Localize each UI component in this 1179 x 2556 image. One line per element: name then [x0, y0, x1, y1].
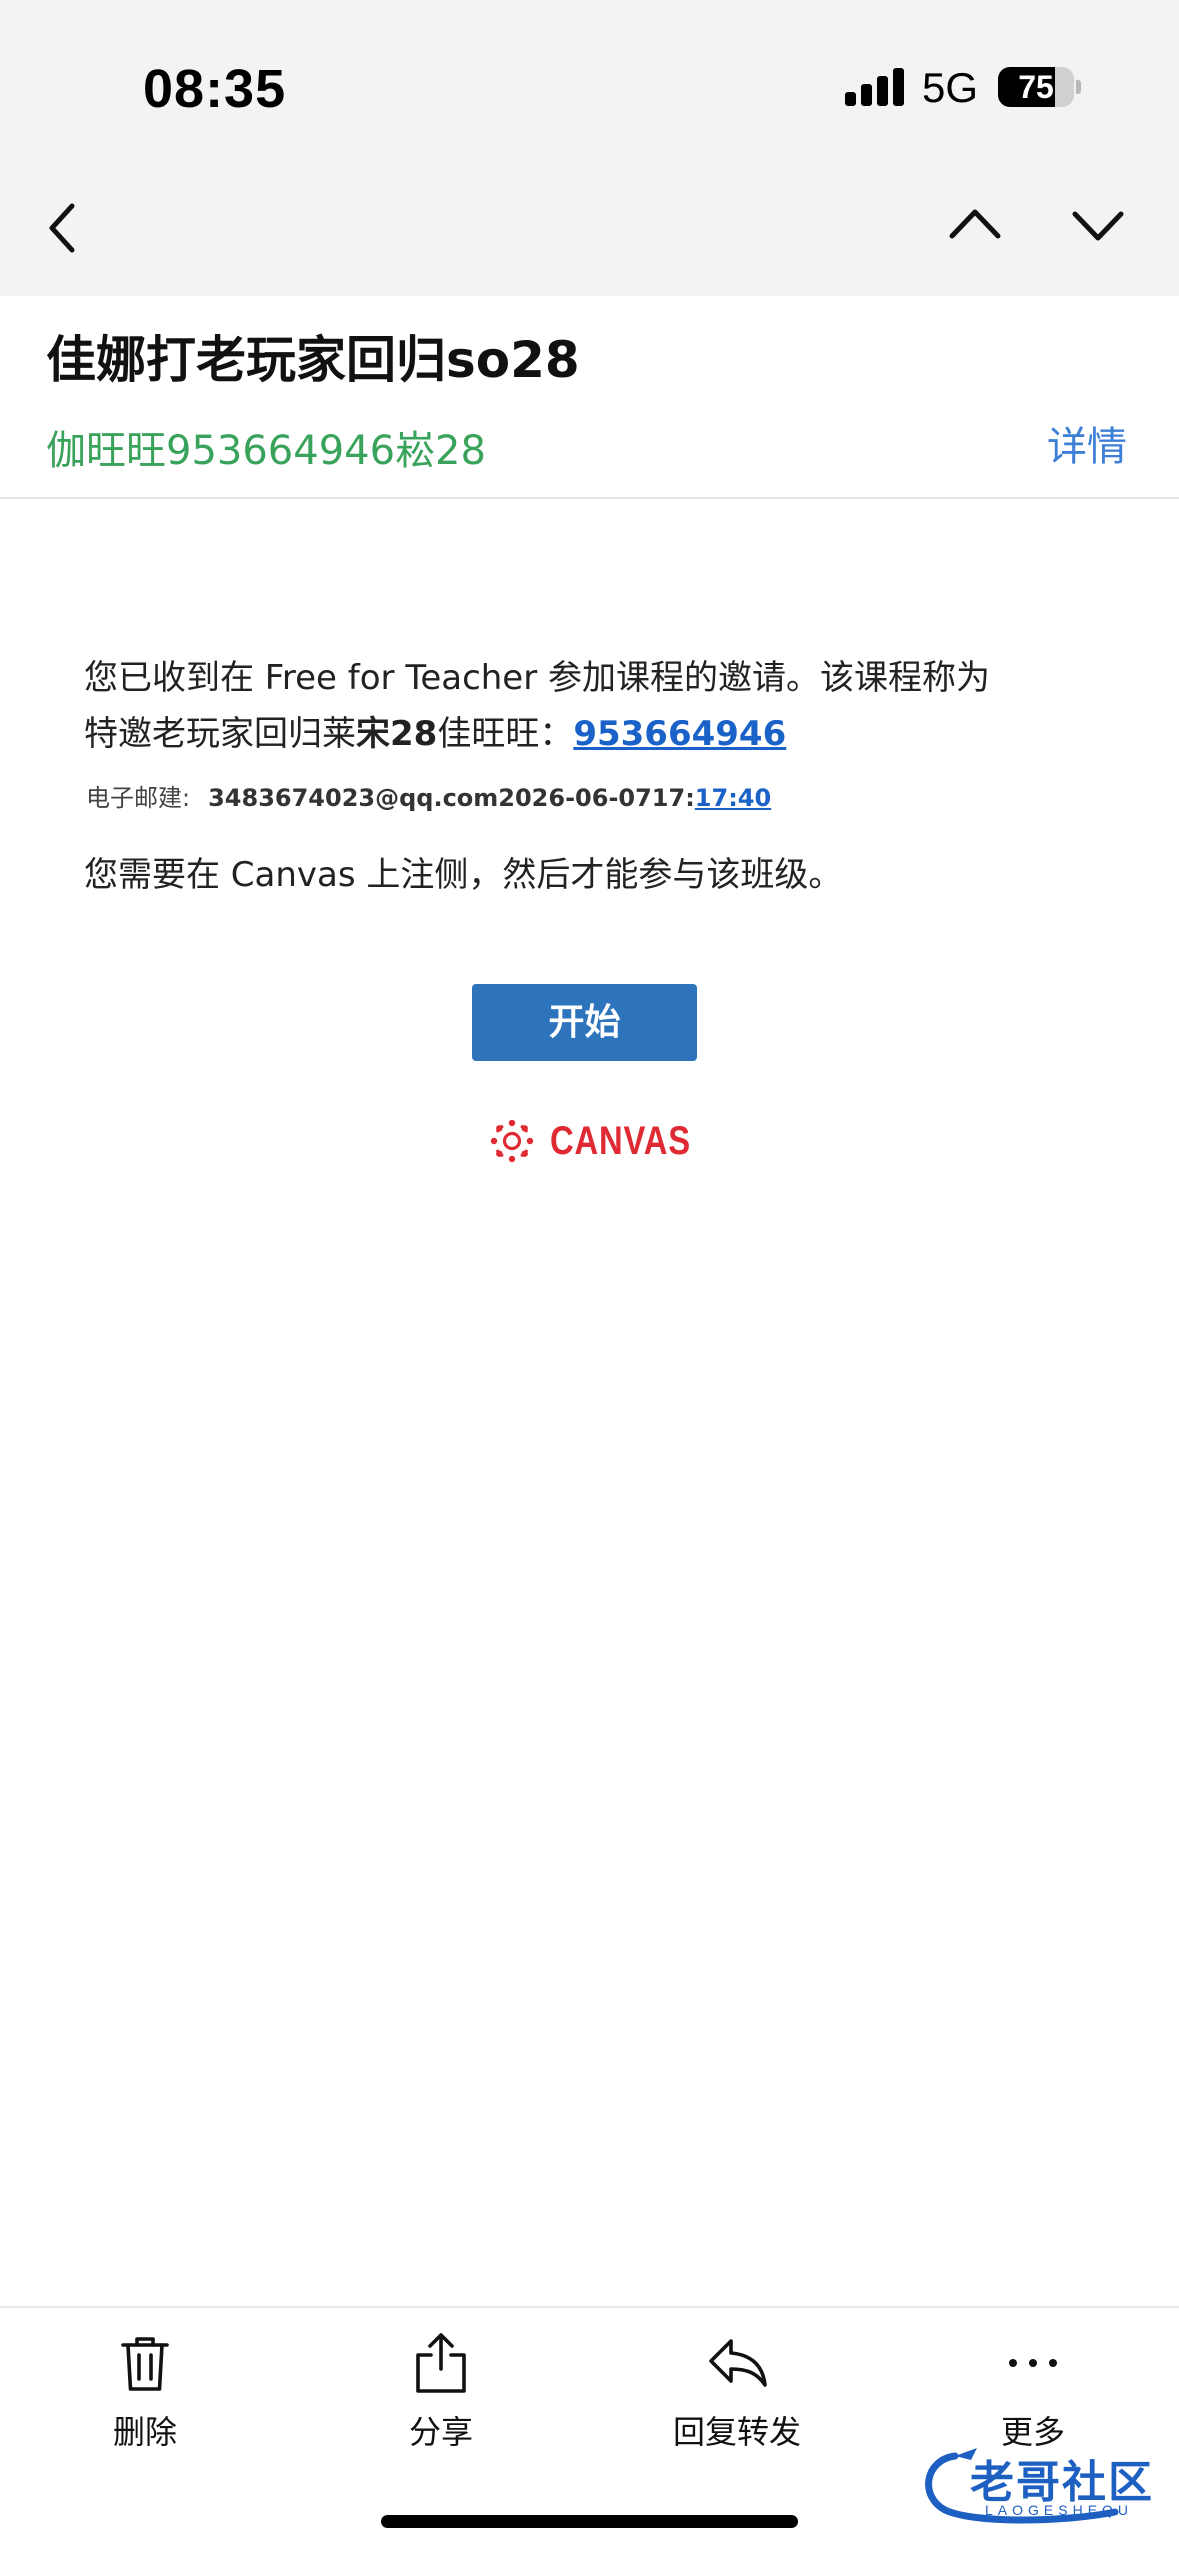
cellular-signal-icon — [845, 66, 905, 106]
register-paragraph: 您需要在 Canvas 上注侧，然后才能参与该班级。 — [84, 855, 843, 895]
network-type: 5G — [922, 64, 979, 111]
chevron-down-icon — [1072, 211, 1124, 241]
status-time: 08:35 — [143, 59, 287, 119]
more-icon — [1009, 2359, 1057, 2367]
top-bar: 08:35 5G 75 — [0, 0, 1179, 296]
start-button[interactable]: 开始 — [472, 984, 697, 1061]
header-divider — [0, 497, 1179, 499]
course-name-prefix: 特邀老玩家回归莱 — [84, 714, 356, 754]
share-icon — [416, 2333, 466, 2393]
email-sender[interactable]: 伽旺旺953664946崧28 — [46, 418, 486, 476]
course-name-bold: 宋28 — [356, 714, 438, 754]
canvas-logo-icon — [490, 1119, 534, 1163]
email-subject: 佳娜打老玩家回归so28 — [46, 331, 580, 389]
chevron-up-icon — [949, 209, 1001, 239]
chevron-left-icon — [49, 203, 75, 253]
battery-icon: 75 — [998, 67, 1074, 107]
invite-line-1: 您已收到在 Free for Teacher 参加课程的邀请。该课程称为 — [84, 658, 991, 698]
delete-label: 删除 — [112, 2413, 177, 2451]
reply-forward-button[interactable]: 回复转发 — [637, 2325, 837, 2455]
share-button[interactable]: 分享 — [341, 2325, 541, 2455]
email-label: 电子邮建: — [86, 784, 191, 812]
watermark: 老哥社区 LAOGESHEQU — [915, 2440, 1165, 2526]
invite-paragraph: 您已收到在 Free for Teacher 参加课程的邀请。该课程称为 特邀老… — [84, 650, 1114, 762]
details-link[interactable]: 详情 — [1047, 414, 1127, 472]
more-button[interactable]: 更多 — [933, 2325, 1133, 2455]
email-address: 3483674023@qq.com2026-06-0717: — [208, 784, 695, 812]
canvas-logo-text: CANVAS — [550, 1119, 691, 1163]
share-label: 分享 — [408, 2413, 473, 2451]
course-link[interactable]: 953664946 — [573, 714, 786, 754]
battery-percent: 75 — [1018, 69, 1054, 105]
home-indicator[interactable] — [381, 2515, 798, 2528]
back-button[interactable] — [28, 192, 98, 262]
toolbar-divider — [0, 2306, 1179, 2308]
email-time-link[interactable]: 17:40 — [695, 784, 771, 812]
watermark-text: 老哥社区 — [970, 2457, 1154, 2508]
delete-button[interactable]: 删除 — [45, 2325, 245, 2455]
battery-nub — [1076, 80, 1081, 94]
next-email-button[interactable] — [1063, 190, 1133, 260]
invite-line-2: 特邀老玩家回归莱宋28佳旺旺：953664946 — [84, 706, 1114, 762]
reply-forward-label: 回复转发 — [672, 2413, 801, 2451]
previous-email-button[interactable] — [940, 190, 1010, 260]
trash-icon — [121, 2337, 169, 2391]
course-name-suffix: 佳旺旺： — [437, 714, 574, 754]
email-meta: 电子邮建: 3483674023@qq.com2026-06-0717:17:40 — [86, 778, 771, 813]
watermark-subtext: LAOGESHEQU — [985, 2502, 1134, 2518]
reply-icon — [709, 2339, 767, 2387]
